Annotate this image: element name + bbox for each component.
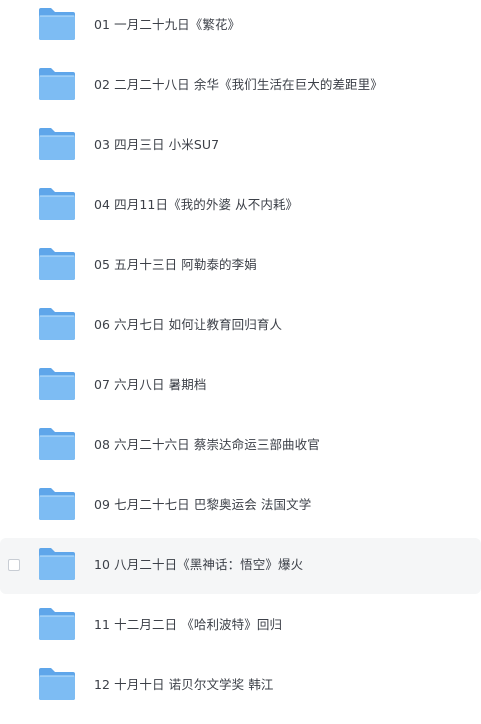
folder-icon (38, 547, 76, 581)
folder-name[interactable]: 03 四月三日 小米SU7 (94, 136, 219, 154)
folder-icon (38, 187, 76, 221)
folder-icon (38, 127, 76, 161)
folder-row[interactable]: 04 四月11日《我的外婆 从不内耗》 (0, 178, 481, 234)
folder-row[interactable]: 11 十二月二日 《哈利波特》回归 (0, 598, 481, 654)
folder-name[interactable]: 07 六月八日 暑期档 (94, 376, 206, 394)
folder-icon (38, 247, 76, 281)
folder-row[interactable]: 06 六月七日 如何让教育回归育人 (0, 298, 481, 354)
folder-icon (38, 607, 76, 641)
file-list: 01 一月二十九日《繁花》 02 二月二十八日 余华《我们生活在巨大的差距里》 … (0, 0, 481, 724)
folder-icon (38, 427, 76, 461)
folder-name[interactable]: 09 七月二十七日 巴黎奥运会 法国文学 (94, 496, 311, 514)
folder-row[interactable]: 03 四月三日 小米SU7 (0, 118, 481, 174)
folder-row[interactable]: 08 六月二十六日 蔡崇达命运三部曲收官 (0, 418, 481, 474)
folder-row[interactable]: 12 十月十日 诺贝尔文学奖 韩江 (0, 658, 481, 714)
folder-row[interactable]: 02 二月二十八日 余华《我们生活在巨大的差距里》 (0, 58, 481, 114)
folder-icon (38, 667, 76, 701)
folder-name[interactable]: 11 十二月二日 《哈利波特》回归 (94, 616, 282, 634)
folder-icon (38, 67, 76, 101)
folder-name[interactable]: 08 六月二十六日 蔡崇达命运三部曲收官 (94, 436, 320, 454)
folder-name[interactable]: 06 六月七日 如何让教育回归育人 (94, 316, 282, 334)
folder-name[interactable]: 05 五月十三日 阿勒泰的李娟 (94, 256, 257, 274)
folder-icon (38, 307, 76, 341)
folder-row[interactable]: 01 一月二十九日《繁花》 (0, 0, 481, 54)
row-checkbox[interactable] (8, 559, 20, 571)
folder-icon (38, 367, 76, 401)
folder-name[interactable]: 02 二月二十八日 余华《我们生活在巨大的差距里》 (94, 76, 383, 94)
folder-icon (38, 7, 76, 41)
folder-name[interactable]: 10 八月二十日《黑神话：悟空》爆火 (94, 556, 303, 574)
folder-row[interactable]: 09 七月二十七日 巴黎奥运会 法国文学 (0, 478, 481, 534)
folder-row[interactable]: 10 八月二十日《黑神话：悟空》爆火 (0, 538, 481, 594)
folder-name[interactable]: 01 一月二十九日《繁花》 (94, 16, 240, 34)
folder-row[interactable]: 05 五月十三日 阿勒泰的李娟 (0, 238, 481, 294)
folder-icon (38, 487, 76, 521)
folder-row[interactable]: 07 六月八日 暑期档 (0, 358, 481, 414)
folder-name[interactable]: 12 十月十日 诺贝尔文学奖 韩江 (94, 676, 274, 694)
folder-name[interactable]: 04 四月11日《我的外婆 从不内耗》 (94, 196, 298, 214)
